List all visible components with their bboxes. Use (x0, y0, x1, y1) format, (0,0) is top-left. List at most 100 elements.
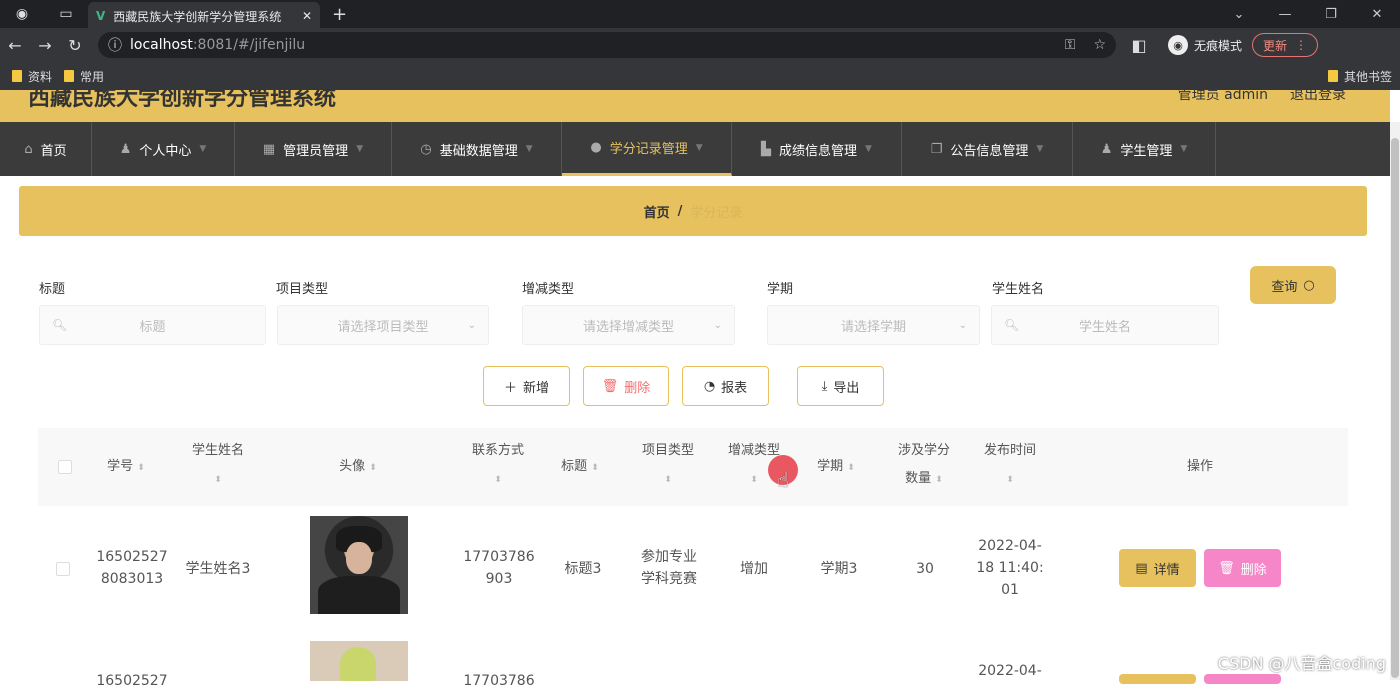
menu-label: 个人中心 (139, 143, 192, 159)
info-icon[interactable]: ⓘ (108, 35, 122, 55)
header-label: 操作 (1186, 459, 1213, 474)
sort-icon[interactable]: ⬍ (494, 475, 502, 485)
menu-item-profile[interactable]: ♟ 个人中心 ▼ (92, 122, 235, 176)
sort-icon[interactable]: ⬍ (214, 475, 222, 485)
restore-icon[interactable]: ❐ (1308, 7, 1354, 22)
project-type-select[interactable]: 请选择项目类型 ⌄ (277, 305, 489, 345)
query-button[interactable]: 查询 ○ (1250, 266, 1336, 304)
menu-item-grades[interactable]: ▙ 成绩信息管理 ▼ (732, 122, 902, 176)
menu-item-credit-records[interactable]: ● 学分记录管理 ▼ (562, 122, 732, 176)
menu-item-notices[interactable]: ❐ 公告信息管理 ▼ (902, 122, 1073, 176)
report-button[interactable]: ◔ 报表 (682, 366, 769, 406)
chevron-down-icon: ▼ (356, 144, 364, 154)
row-delete-button[interactable] (1204, 674, 1281, 684)
close-window-icon[interactable]: ✕ (1354, 7, 1400, 22)
avatar-face (346, 542, 372, 574)
profile-button[interactable]: ◉ 无痕模式 (1168, 35, 1242, 55)
update-button[interactable]: 更新 ⋮ (1252, 33, 1319, 57)
col-header-phone[interactable]: 联系方式 ⬍ (458, 437, 538, 494)
browser-window-icon[interactable]: ▭ (44, 0, 88, 28)
menu-item-home[interactable]: ⌂ 首页 (0, 122, 92, 176)
col-header-credit[interactable]: 涉及学分 数量 ⬍ (884, 437, 964, 494)
sort-icon[interactable]: ⬍ (137, 463, 145, 473)
select-all-checkbox[interactable] (58, 460, 72, 474)
user-icon: ♟ (1100, 141, 1113, 157)
window-controls: ⌄ — ❐ ✕ (1216, 7, 1400, 22)
menu-item-students[interactable]: ♟ 学生管理 ▼ (1073, 122, 1216, 176)
download-icon: ⤓ (821, 378, 828, 394)
project-placeholder: 请选择项目类型 (337, 319, 429, 335)
camera-icon: ▙ (761, 141, 772, 157)
chevron-down-icon: ▼ (1036, 144, 1044, 154)
key-icon[interactable]: ⚿ (1065, 37, 1076, 53)
menu-item-admin[interactable]: ▦ 管理员管理 ▼ (235, 122, 392, 176)
bookmark-item[interactable]: 资料 (12, 68, 52, 85)
sort-icon[interactable]: ⬍ (847, 463, 855, 473)
sort-icon[interactable]: ⬍ (1006, 475, 1014, 485)
star-icon[interactable]: ☆ (1093, 37, 1106, 53)
site-title: 西藏民族大学创新学分管理系统 (28, 90, 337, 111)
col-header-avatar[interactable]: 头像 ⬍ (318, 453, 398, 482)
cell-time: 2022-04- 18 11:40: 01 (970, 535, 1050, 601)
sort-icon[interactable]: ⬍ (591, 463, 599, 473)
new-tab-icon[interactable]: + (332, 4, 347, 25)
student-avatar[interactable] (310, 516, 408, 614)
minimize-icon[interactable]: — (1262, 7, 1308, 22)
sort-icon[interactable]: ⬍ (935, 475, 943, 485)
term-select[interactable]: 请选择学期 ⌄ (767, 305, 980, 345)
row-delete-button[interactable]: 🗑︎ 删除 (1204, 549, 1281, 587)
sort-icon[interactable]: ⬍ (369, 463, 377, 473)
search-icon: 🔍︎ (52, 318, 68, 332)
cell-project: 参加专业 学科竞赛 (630, 546, 708, 590)
student-avatar[interactable] (310, 641, 408, 681)
cell-name: 学生姓名3 (185, 561, 251, 577)
detail-button[interactable]: ▤ 详情 (1119, 549, 1196, 587)
col-header-xuehao[interactable]: 学号 ⬍ (96, 453, 156, 482)
forward-icon[interactable]: → (30, 36, 60, 55)
menu-item-basedata[interactable]: ◷ 基础数据管理 ▼ (392, 122, 562, 176)
detail-button[interactable] (1119, 674, 1196, 684)
page-scrollbar[interactable] (1390, 122, 1400, 680)
row-checkbox[interactable] (56, 562, 70, 576)
menu-label: 学生管理 (1120, 143, 1173, 159)
inc-type-select[interactable]: 请选择增减类型 ⌄ (522, 305, 735, 345)
export-button[interactable]: ⤓ 导出 (797, 366, 884, 406)
home-icon: ⌂ (24, 141, 33, 157)
col-header-term[interactable]: 学期 ⬍ (806, 453, 866, 482)
other-bookmarks[interactable]: 其他书签 (1327, 68, 1392, 85)
cell-phone: 17703786 903 (458, 546, 540, 590)
tab-close-icon[interactable]: ✕ (302, 9, 312, 23)
reload-icon[interactable]: ↻ (60, 36, 90, 55)
cell-text: 学科竞赛 (641, 571, 697, 587)
delete-label: 删除 (624, 380, 651, 396)
chevron-down-icon: ▼ (199, 144, 207, 154)
breadcrumb: 首页 / 学分记录 (19, 186, 1367, 236)
cell-text: 16502527 (96, 549, 168, 565)
col-header-project[interactable]: 项目类型 ⬍ (628, 437, 708, 494)
scrollbar-thumb[interactable] (1391, 138, 1399, 678)
delete-button[interactable]: 🗑︎ 删除 (583, 366, 669, 406)
filter-term-label: 学期 (767, 282, 794, 297)
logout-link[interactable]: 退出登录 (1290, 90, 1346, 104)
browser-tab[interactable]: V 西藏民族大学创新学分管理系统 ✕ (88, 2, 320, 30)
document-icon: ▤ (1135, 560, 1148, 576)
filter-project-label: 项目类型 (276, 282, 329, 297)
query-label: 查询 (1271, 279, 1298, 295)
col-header-time[interactable]: 发布时间 ⬍ (970, 437, 1050, 494)
url-input[interactable]: ⓘ localhost :8081/#/jifenjilu ⚿ ☆ (98, 32, 1116, 58)
title-search-input[interactable]: 🔍︎ 标题 (39, 305, 266, 345)
add-label: 新增 (523, 380, 550, 396)
sort-icon[interactable]: ⬍ (750, 475, 758, 485)
browser-globe-icon[interactable]: ◉ (0, 0, 44, 28)
side-panel-icon[interactable]: ◧ (1124, 36, 1154, 55)
tab-search-icon[interactable]: ⌄ (1216, 7, 1262, 22)
student-name-input[interactable]: 🔍︎ 学生姓名 (991, 305, 1219, 345)
sort-icon[interactable]: ⬍ (664, 475, 672, 485)
add-button[interactable]: ＋ 新增 (483, 366, 570, 406)
back-icon[interactable]: ← (0, 36, 30, 55)
col-header-title[interactable]: 标题 ⬍ (550, 453, 610, 482)
bookmark-item[interactable]: 常用 (64, 68, 104, 85)
breadcrumb-home[interactable]: 首页 (644, 202, 670, 221)
col-header-name[interactable]: 学生姓名 ⬍ (178, 437, 258, 494)
filter-inc-label: 增减类型 (522, 282, 575, 297)
